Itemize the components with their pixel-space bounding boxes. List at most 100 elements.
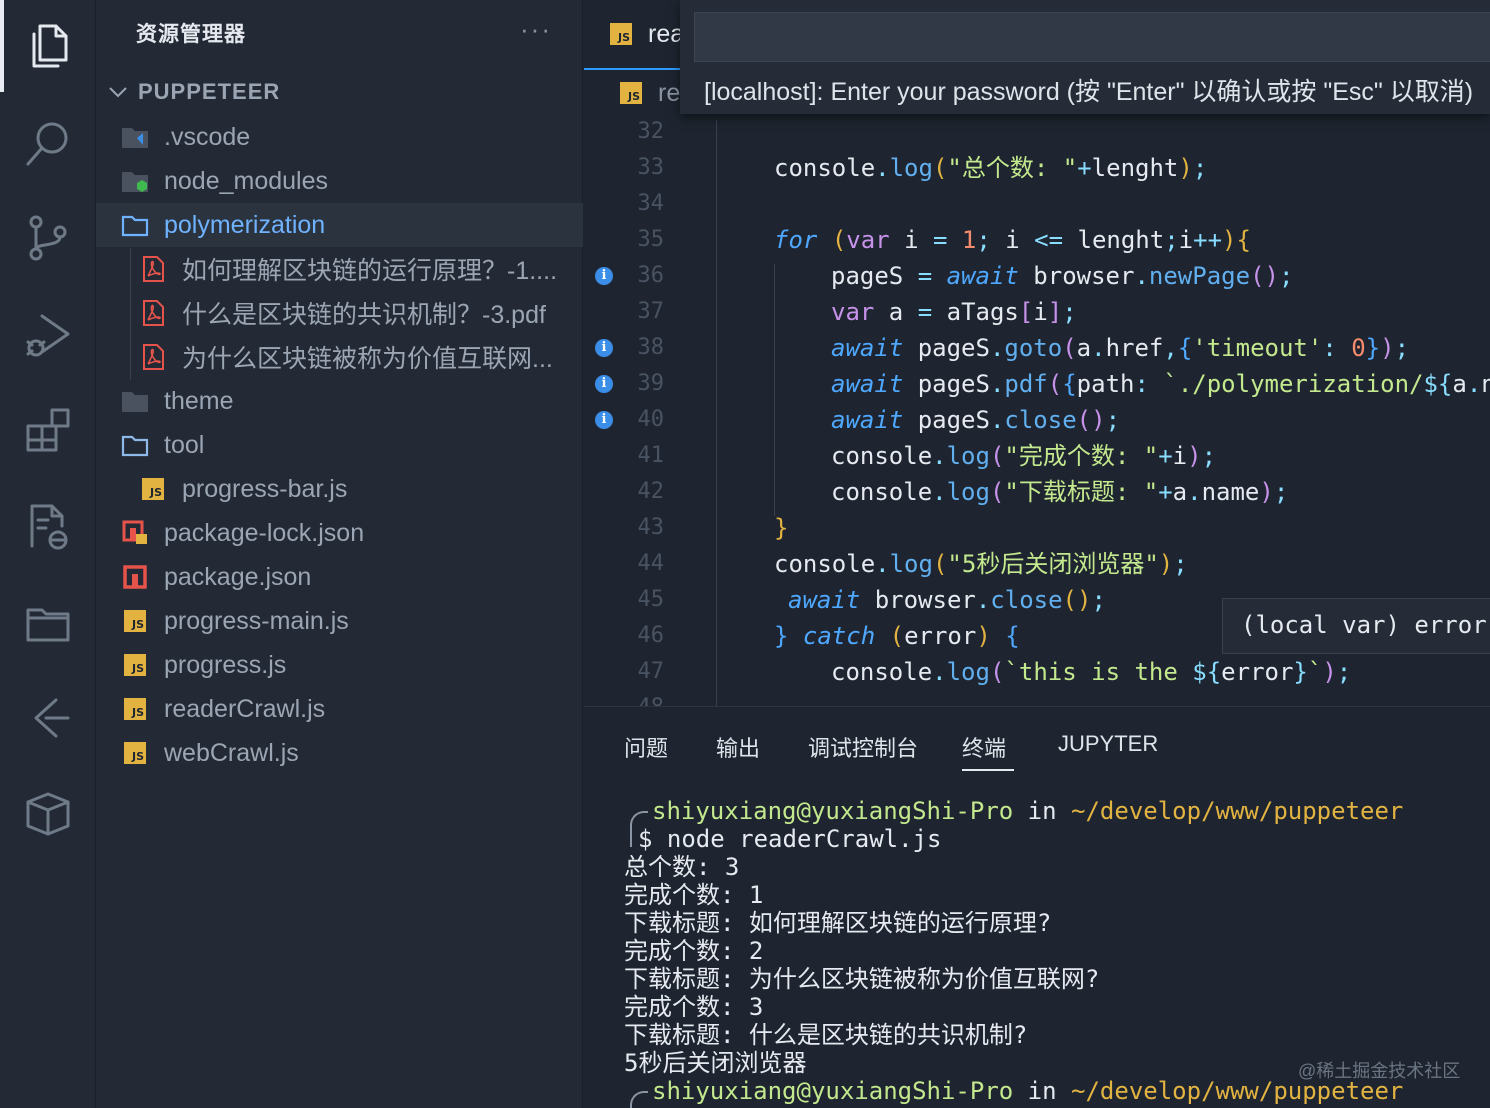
tree-item-pdf-2[interactable]: 什么是区块链的共识机制？-3.pdf	[96, 291, 583, 335]
line-number: 44	[637, 551, 665, 576]
tab-readercrawl[interactable]: JS rea	[584, 0, 694, 70]
code-line[interactable]: await pageS.goto(a.href,{'timeout': 0});	[831, 330, 1409, 366]
folder-icon[interactable]	[0, 576, 96, 668]
js-icon: JS	[120, 606, 150, 636]
code-line[interactable]: await pageS.close();	[831, 402, 1120, 438]
info-icon[interactable]: i	[595, 375, 613, 393]
run-debug-icon[interactable]	[0, 288, 96, 380]
quick-input-widget: [localhost]: Enter your password (按 "Ent…	[680, 0, 1490, 114]
js-icon: JS	[120, 738, 150, 768]
tree-item-pdf-3[interactable]: 为什么区块链被称为价值互联网...	[96, 335, 583, 379]
line-number: 45	[637, 587, 665, 612]
explorer-sidebar: 资源管理器 ··· PUPPETEER .vscode node_modules…	[96, 0, 583, 1108]
breadcrumb[interactable]: JS re	[620, 76, 680, 110]
tab-label: rea	[648, 19, 685, 48]
code-line[interactable]: pageS = await browser.newPage();	[831, 258, 1293, 294]
prompt-corner	[630, 1091, 648, 1108]
watermark: @稀土掘金技术社区	[1298, 1061, 1461, 1081]
line-number: 43	[637, 515, 665, 540]
tab-debug-console[interactable]: 调试控制台	[808, 731, 918, 771]
tree-item-node-modules[interactable]: node_modules	[96, 159, 583, 203]
code-line[interactable]: console.log(`this is the ${error}`);	[831, 654, 1351, 690]
line-number: 41	[637, 443, 665, 468]
npm-lock-icon	[120, 518, 150, 548]
git-graph-icon[interactable]	[0, 672, 96, 764]
package-icon[interactable]	[0, 768, 96, 860]
terminal-prompt[interactable]: shiyuxiang@yuxiangShi-Pro in ~/develop/w…	[652, 1077, 1403, 1105]
password-input[interactable]	[694, 12, 1490, 62]
extensions-icon[interactable]	[0, 384, 96, 476]
pdf-icon	[138, 342, 168, 372]
node-folder-icon	[120, 166, 150, 196]
more-actions-button[interactable]: ···	[520, 14, 552, 45]
code-line[interactable]: for (var i = 1; i <= lenght;i++){	[774, 222, 1251, 258]
tree-item-package-lock-json[interactable]: package-lock.json	[96, 511, 583, 555]
remote-explorer-icon[interactable]	[0, 480, 96, 572]
password-prompt: [localhost]: Enter your password (按 "Ent…	[704, 78, 1474, 106]
code-line[interactable]: console.log("总个数: "+lenght);	[774, 150, 1207, 186]
js-icon: JS	[620, 82, 642, 104]
npm-icon	[120, 562, 150, 592]
line-number: 34	[637, 191, 665, 216]
folder-open-icon	[120, 430, 150, 460]
code-line[interactable]: console.log("5秒后关闭浏览器");	[774, 546, 1188, 582]
tab-terminal[interactable]: 终端	[962, 731, 1014, 771]
tab-jupyter[interactable]: JUPYTER	[1058, 731, 1158, 771]
pdf-icon	[138, 298, 168, 328]
js-icon: JS	[610, 23, 632, 45]
js-icon: JS	[120, 694, 150, 724]
tree-item-progress-js[interactable]: JS progress.js	[96, 643, 583, 687]
tree-item-pdf-1[interactable]: 如何理解区块链的运行原理？-1....	[96, 247, 583, 291]
line-number: 48	[584, 690, 665, 706]
folder-open-icon	[120, 210, 150, 240]
tab-output[interactable]: 输出	[716, 731, 760, 771]
terminal-command[interactable]: $ node readerCrawl.js	[638, 825, 941, 853]
line-number: 47	[637, 659, 665, 684]
line-number: 46	[637, 623, 665, 648]
tree-item-progress-main-js[interactable]: JS progress-main.js	[96, 599, 583, 643]
terminal-output-line: 下载标题: 为什么区块链被称为价值互联网?	[624, 965, 1100, 993]
js-icon: JS	[138, 474, 168, 504]
js-icon: JS	[120, 650, 150, 680]
terminal-output-line: 完成个数: 2	[624, 937, 764, 965]
terminal-prompt[interactable]: shiyuxiang@yuxiangShi-Pro in ~/develop/w…	[652, 797, 1403, 825]
explorer-title: 资源管理器	[136, 23, 246, 46]
line-number: 33	[637, 155, 665, 180]
code-line[interactable]: console.log("下载标题: "+a.name);	[831, 474, 1288, 510]
tree-item-tool[interactable]: tool	[96, 423, 583, 467]
line-number: 35	[637, 227, 665, 252]
tab-problems[interactable]: 问题	[624, 731, 668, 771]
line-number: 42	[637, 479, 665, 504]
line-number: 32	[637, 119, 665, 144]
line-number: 37	[637, 299, 665, 324]
indent-guide	[716, 120, 717, 706]
info-icon[interactable]: i	[595, 267, 613, 285]
folder-icon	[120, 386, 150, 416]
tree-item-webcrawl-js[interactable]: JS webCrawl.js	[96, 731, 583, 775]
code-line[interactable]: console.log("完成个数: "+i);	[831, 438, 1216, 474]
info-icon[interactable]: i	[595, 411, 613, 429]
tree-item-vscode[interactable]: .vscode	[96, 115, 583, 159]
code-line[interactable]: } catch (error) {	[774, 618, 1020, 654]
workspace-section-header[interactable]: PUPPETEER	[106, 76, 280, 108]
workspace-name: PUPPETEER	[138, 79, 281, 104]
tree-item-theme[interactable]: theme	[96, 379, 583, 423]
source-control-icon[interactable]	[0, 192, 96, 284]
search-icon[interactable]	[0, 98, 96, 190]
code-line[interactable]: }	[774, 510, 788, 546]
indent-guide	[774, 264, 775, 516]
info-icon[interactable]: i	[595, 339, 613, 357]
breadcrumb-file: re	[658, 78, 681, 107]
tree-item-polymerization[interactable]: polymerization	[96, 203, 583, 247]
tree-item-progress-bar-js[interactable]: JS progress-bar.js	[96, 467, 583, 511]
chevron-down-icon	[109, 87, 127, 98]
code-line[interactable]: await pageS.pdf({path: `./polymerization…	[831, 366, 1490, 402]
explorer-icon[interactable]	[0, 0, 96, 92]
tree-item-readercrawl-js[interactable]: JS readerCrawl.js	[96, 687, 583, 731]
code-line[interactable]: await browser.close();	[788, 582, 1106, 618]
terminal-output-line: 下载标题: 什么是区块链的共识机制?	[624, 1021, 1028, 1049]
tree-item-package-json[interactable]: package.json	[96, 555, 583, 599]
terminal-output-line: 5秒后关闭浏览器	[624, 1049, 807, 1077]
code-line[interactable]: var a = aTags[i];	[831, 294, 1077, 330]
pdf-icon	[138, 254, 168, 284]
